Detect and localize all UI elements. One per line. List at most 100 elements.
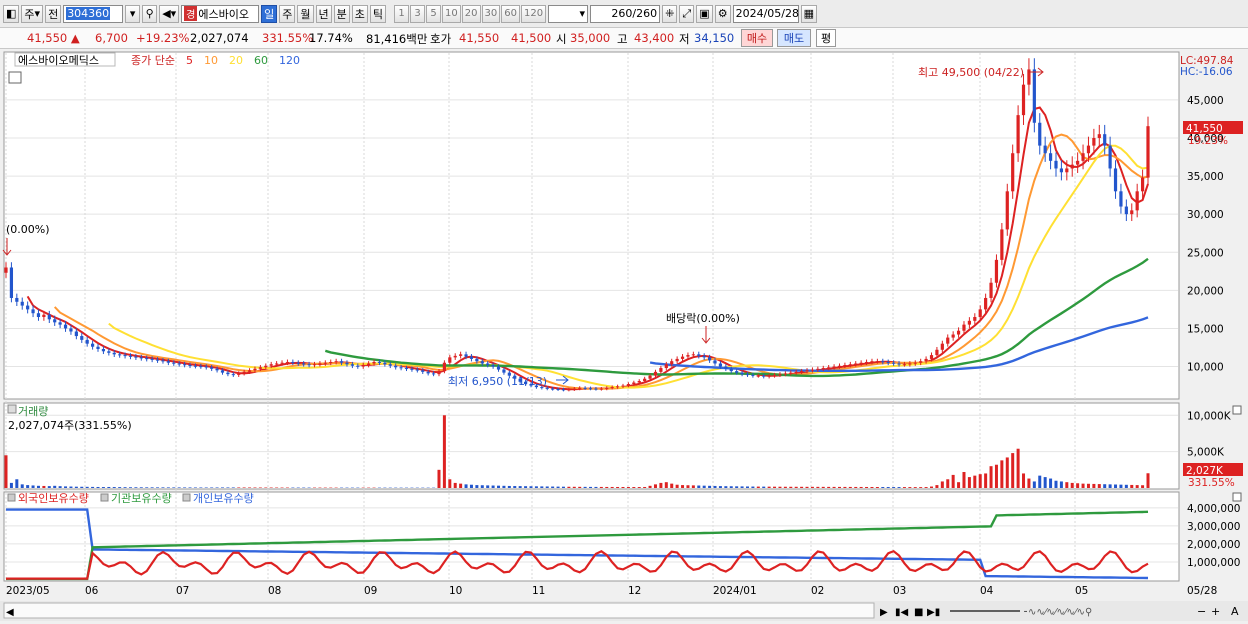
interval-button[interactable]: 5 — [426, 5, 441, 23]
table-icon[interactable] — [9, 72, 21, 83]
chart-area[interactable]: 10,00015,00020,00025,00030,00035,00040,0… — [0, 50, 1248, 621]
stop-icon[interactable]: ■ — [914, 607, 923, 618]
last-page-icon[interactable]: ▶▮ — [927, 607, 940, 618]
market-select[interactable]: 주▾ — [21, 5, 43, 23]
volume-bar — [605, 487, 608, 488]
candle-body — [1119, 191, 1122, 206]
volume-bar — [616, 487, 619, 488]
bid-price: 41,500 — [511, 31, 551, 45]
draw-tools-icon[interactable]: ⁃∿∿⁄∿⁄∿⁄∿⁄∿⚲ — [1023, 607, 1092, 618]
volume-bar — [870, 487, 873, 488]
date-tick-label: 04 — [980, 585, 994, 597]
date-end-label: 05/28 — [1187, 585, 1217, 597]
volume-bar — [935, 485, 938, 488]
volume-bar — [741, 486, 744, 488]
horizontal-scrollbar[interactable] — [4, 603, 874, 618]
candle-body — [502, 370, 505, 373]
interval-button[interactable]: 10 — [442, 5, 461, 23]
candle-body — [1125, 207, 1128, 215]
candle-body — [605, 388, 608, 389]
legend-ma-period: 120 — [279, 54, 300, 67]
period-button[interactable]: 초 — [352, 5, 368, 23]
holdings-close-icon[interactable] — [1233, 493, 1241, 501]
interval-button[interactable]: 1 — [394, 5, 409, 23]
candle-body — [1071, 165, 1074, 169]
candle-body — [15, 298, 18, 302]
volume-bar — [232, 487, 235, 488]
stock-name-field[interactable]: 경에스바이오 — [181, 5, 259, 23]
volume-bar — [903, 487, 906, 488]
volume-bar — [1071, 483, 1074, 488]
volume-bar — [627, 487, 630, 488]
interval-button[interactable]: 120 — [521, 5, 546, 23]
volume-bar — [454, 483, 457, 488]
prev-button[interactable]: 전 — [45, 5, 61, 23]
volume-panel-icon[interactable] — [8, 405, 16, 413]
binoculars-icon[interactable]: ⁜ — [662, 5, 677, 23]
candle-body — [914, 363, 917, 364]
volume-bar — [811, 487, 814, 488]
period-button[interactable]: 분 — [334, 5, 350, 23]
volume-bar — [1054, 481, 1057, 488]
high-price: 43,400 — [634, 31, 674, 45]
chart-menu-icon[interactable]: ◧ — [3, 5, 19, 23]
zoom-out-icon[interactable]: − — [1197, 605, 1206, 618]
volume-bar — [1033, 481, 1036, 488]
volume-bar — [973, 476, 976, 488]
sell-button[interactable]: 매도 — [777, 29, 811, 47]
period-button[interactable]: 년 — [316, 5, 332, 23]
candle-body — [259, 367, 262, 369]
volume-bar — [524, 486, 527, 488]
interval-button[interactable]: 30 — [482, 5, 501, 23]
speaker-icon[interactable]: ◀▾ — [159, 5, 179, 23]
scroll-right-icon[interactable]: ▶ — [880, 607, 888, 618]
candle-body — [1000, 229, 1003, 259]
draw-tool-icon[interactable]: ⤢ — [679, 5, 694, 23]
volume-bar — [497, 486, 500, 488]
candle-body — [215, 369, 218, 371]
period-button[interactable]: 틱 — [370, 5, 386, 23]
turnover-rate: 17.74% — [309, 31, 353, 45]
buy-button[interactable]: 매수 — [741, 29, 773, 47]
volume-bar — [59, 486, 62, 488]
date-tick-label: 06 — [85, 585, 99, 597]
candle-body — [129, 356, 132, 357]
calendar-icon[interactable]: ▦ — [801, 5, 817, 23]
interval-button[interactable]: 3 — [410, 5, 425, 23]
price-tick-label: 20,000 — [1187, 285, 1224, 297]
volume-bar — [448, 479, 451, 488]
volume-bar — [243, 487, 246, 488]
gear-icon[interactable]: ⚙ — [715, 5, 731, 23]
period-button[interactable]: 주 — [279, 5, 295, 23]
font-size-icon[interactable]: A — [1231, 605, 1239, 618]
interval-button[interactable]: 20 — [462, 5, 481, 23]
volume-pct: 331.55% — [262, 31, 313, 45]
first-page-icon[interactable]: ▮◀ — [895, 607, 909, 618]
save-icon[interactable]: ▣ — [696, 5, 712, 23]
candle-body — [1109, 146, 1112, 169]
volume-bar — [69, 487, 72, 488]
code-dropdown-icon[interactable]: ▾ — [125, 5, 140, 23]
count-field[interactable]: 260/260 — [590, 5, 660, 23]
scroll-left-icon[interactable]: ◀ — [6, 607, 14, 618]
current-price: 41,550 ▲ — [27, 31, 80, 45]
stock-chart[interactable]: 10,00015,00020,00025,00030,00035,00040,0… — [0, 50, 1248, 621]
zoom-in-icon[interactable]: + — [1211, 605, 1220, 618]
interval-button[interactable]: 60 — [501, 5, 520, 23]
candle-body — [59, 322, 62, 324]
holdings-legend-icon — [8, 494, 15, 501]
date-field[interactable]: 2024/05/28 — [733, 5, 799, 23]
volume-bar — [1006, 457, 1009, 488]
stock-code-input[interactable]: 304360 — [63, 5, 123, 23]
volume-bar — [692, 485, 695, 488]
period-button[interactable]: 일 — [261, 5, 277, 23]
volume-bar — [735, 486, 738, 488]
volume-close-icon[interactable] — [1233, 406, 1241, 414]
search-icon[interactable]: ⚲ — [142, 5, 157, 23]
period-button[interactable]: 월 — [297, 5, 313, 23]
volume-bar — [210, 487, 213, 488]
eval-button[interactable]: 평 — [816, 29, 836, 47]
volume-bar — [248, 487, 251, 488]
interval-select[interactable]: ▾ — [548, 5, 588, 23]
candle-body — [611, 387, 614, 388]
